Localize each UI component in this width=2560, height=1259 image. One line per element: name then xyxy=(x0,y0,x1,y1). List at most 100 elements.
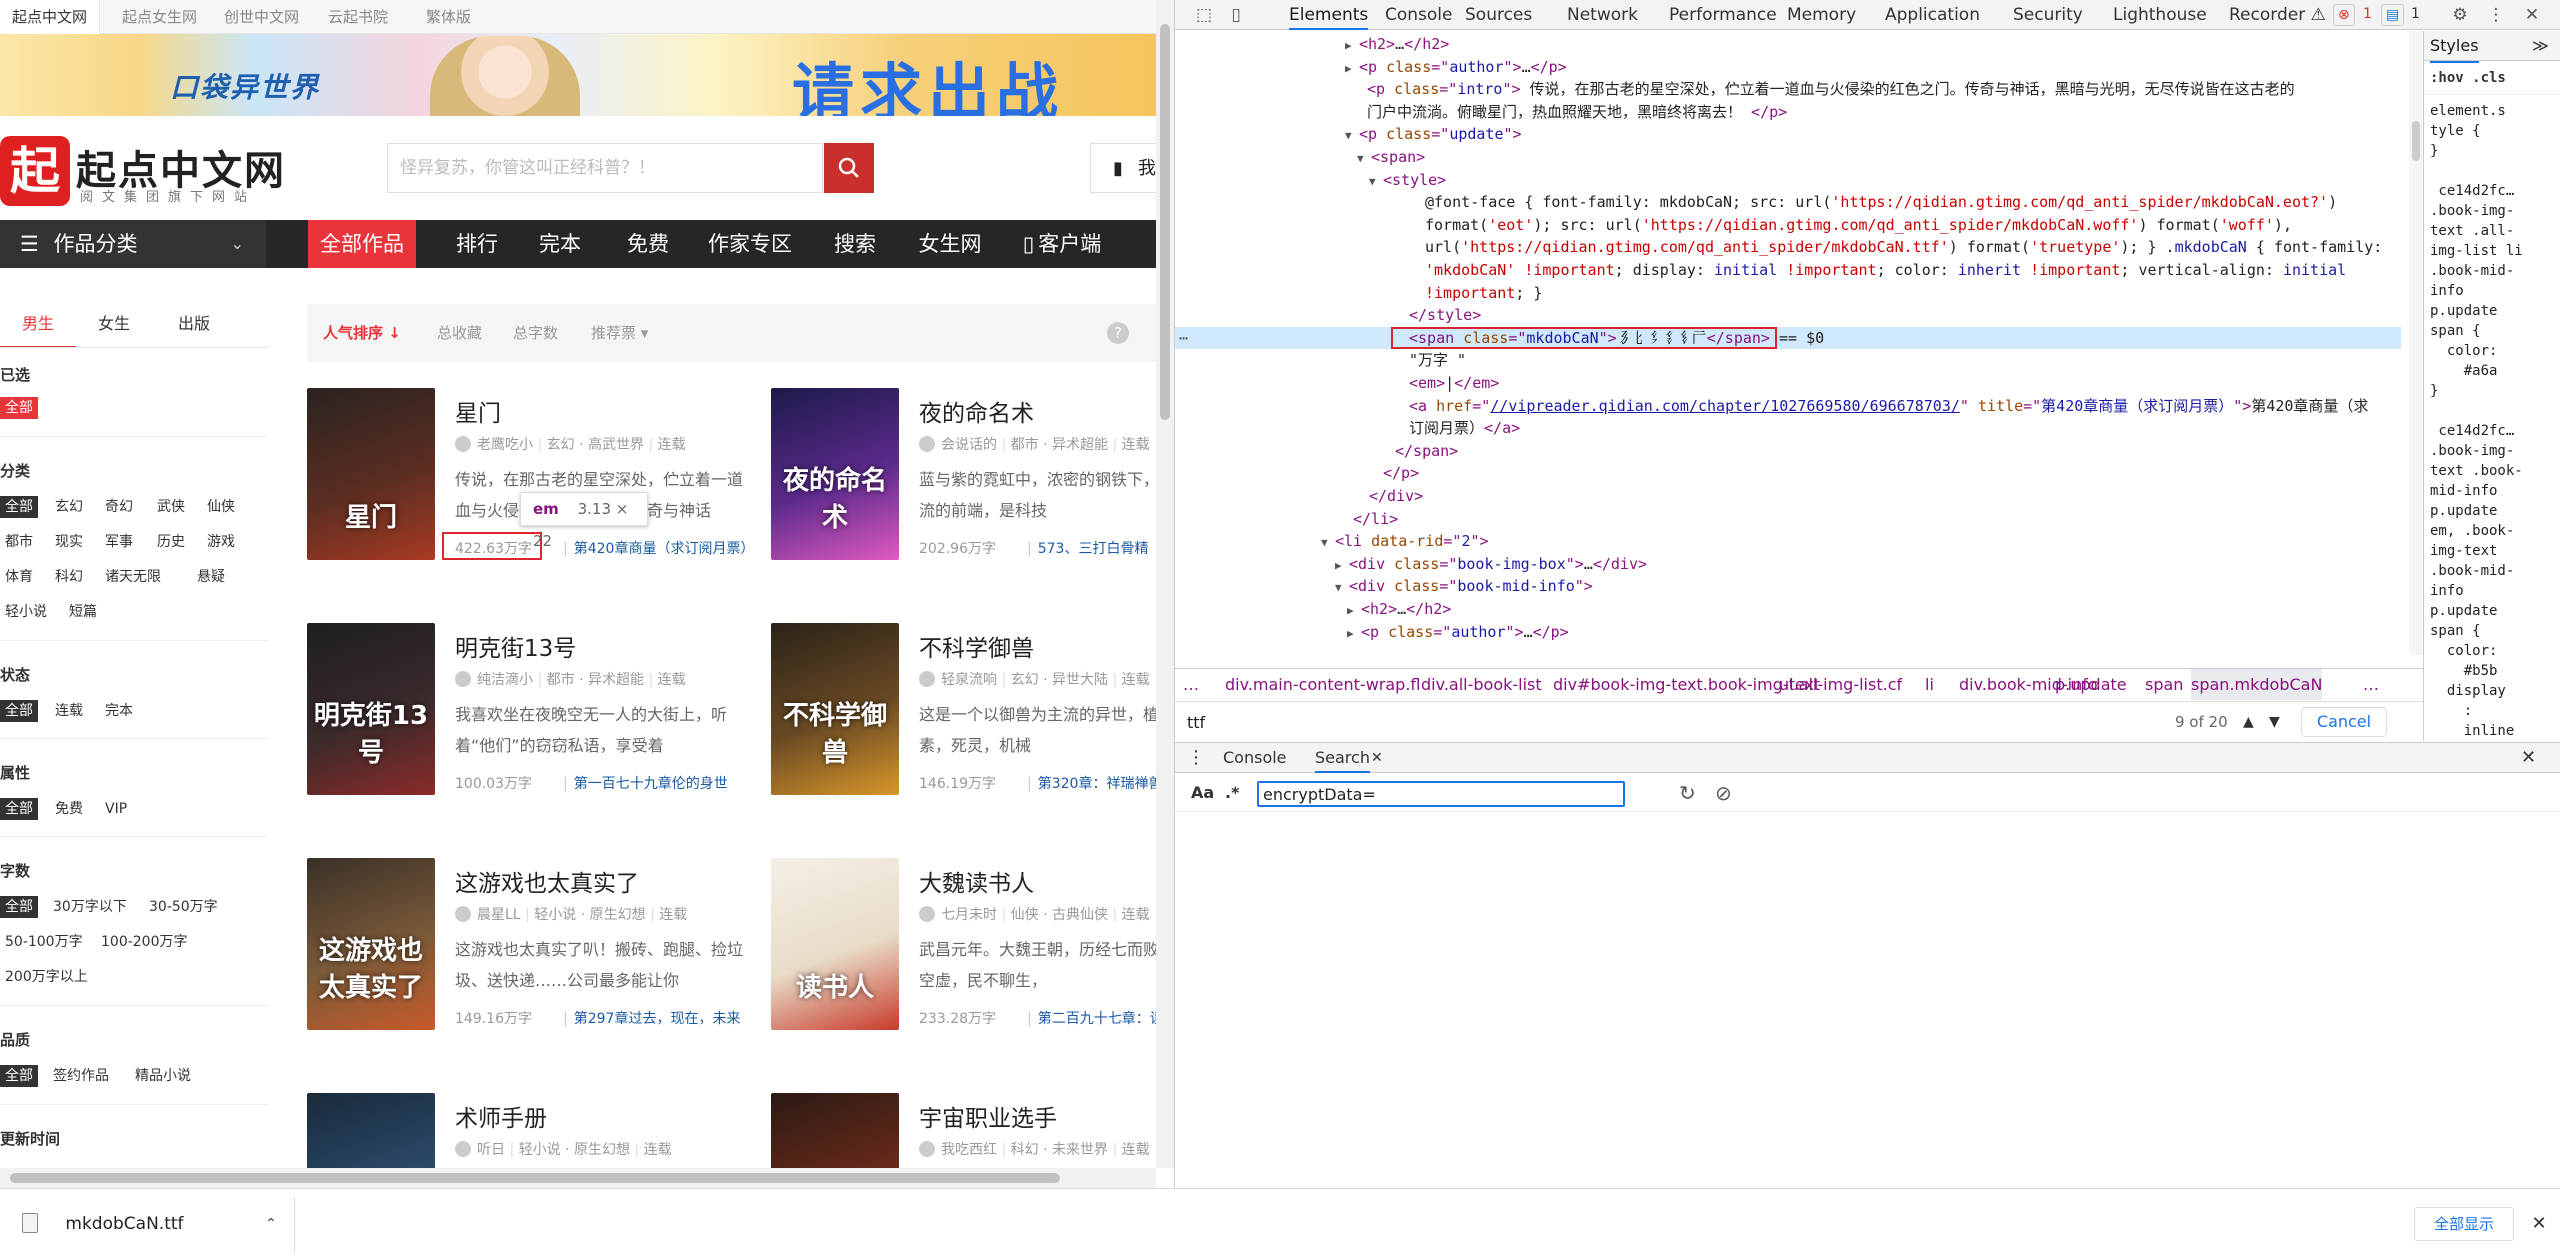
book-title[interactable]: 明克街13号 xyxy=(455,629,576,663)
site-search-input[interactable]: 怪异复苏，你管这叫正经科普？！ xyxy=(387,143,823,193)
drawer-tab-search[interactable]: Search xyxy=(1315,743,1370,773)
sort-option[interactable]: 人气排序 ↓ xyxy=(323,304,401,362)
close-devtools-icon[interactable]: ✕ xyxy=(2521,4,2543,26)
filter-chip[interactable]: VIP xyxy=(100,798,132,820)
ad-banner[interactable]: 口袋异世界 请求出战 xyxy=(0,34,1156,116)
filter-chip[interactable]: 诸天无限 xyxy=(100,566,166,588)
breadcrumb-item[interactable]: span.mkdobCaN xyxy=(2191,669,2323,700)
page-horizontal-scrollbar[interactable] xyxy=(0,1168,1156,1188)
dom-find-input[interactable] xyxy=(1187,710,1507,734)
top-nav-link[interactable]: 繁体版 xyxy=(416,0,481,34)
node-actions-icon[interactable]: ⋯ xyxy=(1179,327,1188,349)
book-latest-chapter[interactable]: | 第320章：祥瑞禅兽 xyxy=(1027,773,1156,793)
book-cover-image[interactable]: 读书人 xyxy=(771,858,899,1030)
filter-chip[interactable]: 100-200万字 xyxy=(96,931,193,953)
book-genre[interactable]: 玄幻 · 异世大陆 xyxy=(1011,672,1108,688)
book-title[interactable]: 术师手册 xyxy=(455,1099,547,1133)
tab-styles[interactable]: Styles xyxy=(2430,31,2479,63)
dom-node-line[interactable]: ▶ <h2>…</h2> xyxy=(1175,33,2401,55)
filter-chip[interactable]: 都市 xyxy=(0,531,38,553)
inspect-element-icon[interactable]: ⬚ xyxy=(1193,4,1215,26)
breadcrumb-item[interactable]: … xyxy=(1183,669,1199,700)
gender-tab[interactable]: 出版 xyxy=(156,300,232,348)
drawer-search-input[interactable] xyxy=(1257,781,1625,807)
dom-tree-scrollbar[interactable] xyxy=(2409,31,2423,655)
book-genre[interactable]: 轻小说 · 原生幻想 xyxy=(534,907,645,923)
find-prev-icon[interactable]: ▲ xyxy=(2243,710,2254,734)
dom-node-line[interactable]: format('eot'); src: url('https://qidian.… xyxy=(1175,214,2401,236)
filter-chip[interactable]: 全部 xyxy=(0,896,38,918)
find-cancel-button[interactable]: Cancel xyxy=(2301,707,2387,737)
book-author[interactable]: 我吃西红 xyxy=(941,1142,997,1158)
book-author[interactable]: 会说话的 xyxy=(941,437,997,453)
selected-filter-chip[interactable]: 全部 xyxy=(0,397,38,419)
site-search-button[interactable] xyxy=(824,143,874,193)
top-nav-link[interactable]: 起点女生网 xyxy=(112,0,207,34)
book-author[interactable]: 轻泉流响 xyxy=(941,672,997,688)
book-genre[interactable]: 仙侠 · 古典仙侠 xyxy=(1011,907,1108,923)
book-genre[interactable]: 玄幻 · 高武世界 xyxy=(547,437,644,453)
book-latest-chapter[interactable]: | 第一百七十九章伦的身世 xyxy=(563,773,753,793)
chevron-up-icon[interactable]: ⌃ xyxy=(256,1209,286,1239)
sort-option[interactable]: 总收藏 xyxy=(437,304,482,362)
book-author[interactable]: 老鹰吃小 xyxy=(477,437,533,453)
book-genre[interactable]: 科幻 · 未来世界 xyxy=(1011,1142,1108,1158)
book-cover-image[interactable]: 不科学御兽 xyxy=(771,623,899,795)
sort-option[interactable]: 总字数 xyxy=(513,304,558,362)
close-search-tab-icon[interactable]: ✕ xyxy=(1371,743,1383,773)
find-next-icon[interactable]: ▼ xyxy=(2269,710,2280,734)
book-latest-chapter[interactable]: | 第二百九十七章：读 xyxy=(1027,1008,1156,1028)
main-nav-1[interactable]: 排行 xyxy=(438,220,516,268)
help-icon[interactable]: ? xyxy=(1107,322,1129,344)
regex-toggle[interactable]: .* xyxy=(1225,780,1239,806)
tab-memory[interactable]: Memory xyxy=(1787,0,1856,30)
dom-node-line[interactable]: ▼ <li data-rid="2"> xyxy=(1175,530,2401,552)
tab-security[interactable]: Security xyxy=(2013,0,2083,30)
filter-chip[interactable]: 全部 xyxy=(0,798,38,820)
filter-chip[interactable]: 武侠 xyxy=(152,496,190,518)
filter-chip[interactable]: 免费 xyxy=(50,798,88,820)
book-latest-chapter[interactable]: | 573、三打白骨精 xyxy=(1027,538,1156,558)
book-latest-chapter[interactable]: | 第297章过去，现在，未来 xyxy=(563,1008,753,1028)
tab-recorder[interactable]: Recorder ⚠ xyxy=(2229,0,2326,30)
download-item[interactable]: mkdobCaN.ttf xyxy=(22,1209,184,1239)
filter-chip[interactable]: 全部 xyxy=(0,1065,38,1087)
more-tabs-icon[interactable]: ≫ xyxy=(2532,31,2549,61)
scroll-thumb[interactable] xyxy=(1160,24,1170,420)
book-author[interactable]: 七月未时 xyxy=(941,907,997,923)
category-menu-button[interactable]: ☰ 作品分类 ⌄ xyxy=(0,220,266,268)
book-title[interactable]: 大魏读书人 xyxy=(919,864,1034,898)
tab-lighthouse[interactable]: Lighthouse xyxy=(2113,0,2207,30)
book-genre[interactable]: 都市 · 异术超能 xyxy=(547,672,644,688)
filter-chip[interactable]: 轻小说 xyxy=(0,601,52,623)
book-author[interactable]: 听日 xyxy=(477,1142,505,1158)
dom-node-line[interactable]: "万字 " xyxy=(1175,349,2401,371)
filter-chip[interactable]: 全部 xyxy=(0,496,38,518)
breadcrumb-item[interactable]: div.main-content-wrap.fl xyxy=(1225,669,1420,700)
filter-chip[interactable]: 签约作品 xyxy=(48,1065,114,1087)
breadcrumb-item[interactable]: … xyxy=(2363,669,2379,700)
dom-node-line[interactable]: ▶ <div class="book-img-box">…</div> xyxy=(1175,553,2401,575)
filter-chip[interactable]: 奇幻 xyxy=(100,496,138,518)
tab-sources[interactable]: Sources xyxy=(1465,0,1532,30)
book-author[interactable]: 晨星LL xyxy=(477,907,521,923)
book-cover-image[interactable]: 明克街13号 xyxy=(307,623,435,795)
breadcrumb-item[interactable]: div.all-book-list xyxy=(1421,669,1542,700)
tab-application[interactable]: Application xyxy=(1885,0,1980,30)
book-genre[interactable]: 都市 · 异术超能 xyxy=(1011,437,1108,453)
filter-chip[interactable]: 连载 xyxy=(50,700,88,722)
error-badge-icon[interactable]: ⊗ xyxy=(2333,4,2355,26)
dom-node-line[interactable]: ▼ <div class="book-mid-info"> xyxy=(1175,575,2401,597)
sort-option[interactable]: 推荐票 ▾ xyxy=(591,304,648,362)
filter-chip[interactable]: 全部 xyxy=(0,700,38,722)
more-options-icon[interactable]: ⋮ xyxy=(2485,4,2507,26)
book-cover-image[interactable]: 星门 xyxy=(307,388,435,560)
main-nav-0[interactable]: 全部作品 xyxy=(308,220,416,268)
dom-node-line[interactable]: 'mkdobCaN' !important; display: initial … xyxy=(1175,259,2401,281)
breadcrumb-item[interactable]: li xyxy=(1925,669,1934,700)
dom-node-line[interactable]: 订阅月票）</a> xyxy=(1175,417,2401,439)
dom-node-line[interactable]: </span> xyxy=(1175,440,2401,462)
filter-chip[interactable]: 仙侠 xyxy=(202,496,240,518)
dom-node-line[interactable]: ▶ <p class="author">…</p> xyxy=(1175,621,2401,643)
page-vertical-scrollbar[interactable] xyxy=(1156,0,1174,1168)
